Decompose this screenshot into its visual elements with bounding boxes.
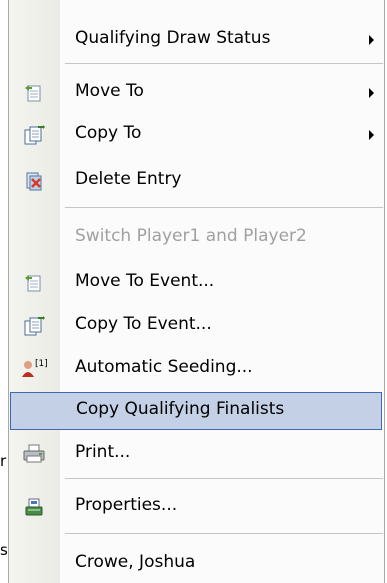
- menu-item-switch-players[interactable]: Switch Player1 and Player2: [9, 219, 384, 256]
- seeding-icon: [1]: [22, 359, 48, 377]
- seed-number-label: [1]: [35, 359, 48, 369]
- menu-item-copy-to[interactable]: Copy To: [9, 116, 384, 153]
- menu-item-label: Qualifying Draw Status: [75, 28, 271, 48]
- menu-item-label: Copy To Event...: [75, 314, 212, 334]
- menu-item-copy-to-event[interactable]: Copy To Event...: [9, 307, 384, 344]
- menu-item-qualifying-draw-status[interactable]: Qualifying Draw Status: [9, 21, 384, 58]
- menu-item-label: Switch Player1 and Player2: [75, 226, 307, 246]
- submenu-arrow-icon: [369, 130, 374, 140]
- context-menu: Qualifying Draw Status Move To Copy To D…: [8, 0, 385, 583]
- menu-separator: [65, 533, 383, 534]
- menu-item-label: Move To: [75, 81, 144, 101]
- copy-document-icon: [24, 125, 45, 145]
- menu-separator: [65, 207, 383, 208]
- delete-entry-icon: [26, 172, 42, 191]
- background-text-left: r: [0, 452, 7, 470]
- menu-item-label: Properties...: [75, 495, 178, 515]
- menu-item-move-to[interactable]: Move To: [9, 74, 384, 111]
- menu-item-move-to-event[interactable]: Move To Event...: [9, 264, 384, 301]
- menu-item-automatic-seeding[interactable]: [1] Automatic Seeding...: [9, 350, 384, 387]
- menu-item-label: Move To Event...: [75, 271, 215, 291]
- copy-document-icon: [24, 316, 45, 336]
- menu-separator: [65, 478, 383, 479]
- menu-item-copy-qualifying-finalists[interactable]: Copy Qualifying Finalists: [10, 392, 382, 430]
- move-document-icon: [25, 275, 41, 292]
- submenu-arrow-icon: [369, 88, 374, 98]
- menu-item-player-name[interactable]: Crowe, Joshua: [9, 545, 384, 582]
- menu-item-print[interactable]: Print...: [9, 435, 384, 472]
- menu-item-label: Automatic Seeding...: [75, 357, 253, 377]
- menu-item-label: Copy To: [75, 123, 142, 143]
- submenu-arrow-icon: [369, 35, 374, 45]
- menu-item-label: Delete Entry: [75, 169, 182, 189]
- menu-item-label: Print...: [75, 442, 131, 462]
- menu-item-properties[interactable]: Properties...: [9, 488, 384, 525]
- menu-item-label: Copy Qualifying Finalists: [76, 399, 285, 419]
- menu-item-label: Crowe, Joshua: [75, 552, 196, 572]
- background-text-left: s: [0, 541, 8, 559]
- move-document-icon: [25, 85, 41, 102]
- printer-icon: [23, 444, 45, 463]
- menu-separator: [65, 63, 383, 64]
- properties-icon: [25, 498, 43, 516]
- menu-item-delete-entry[interactable]: Delete Entry: [9, 162, 384, 199]
